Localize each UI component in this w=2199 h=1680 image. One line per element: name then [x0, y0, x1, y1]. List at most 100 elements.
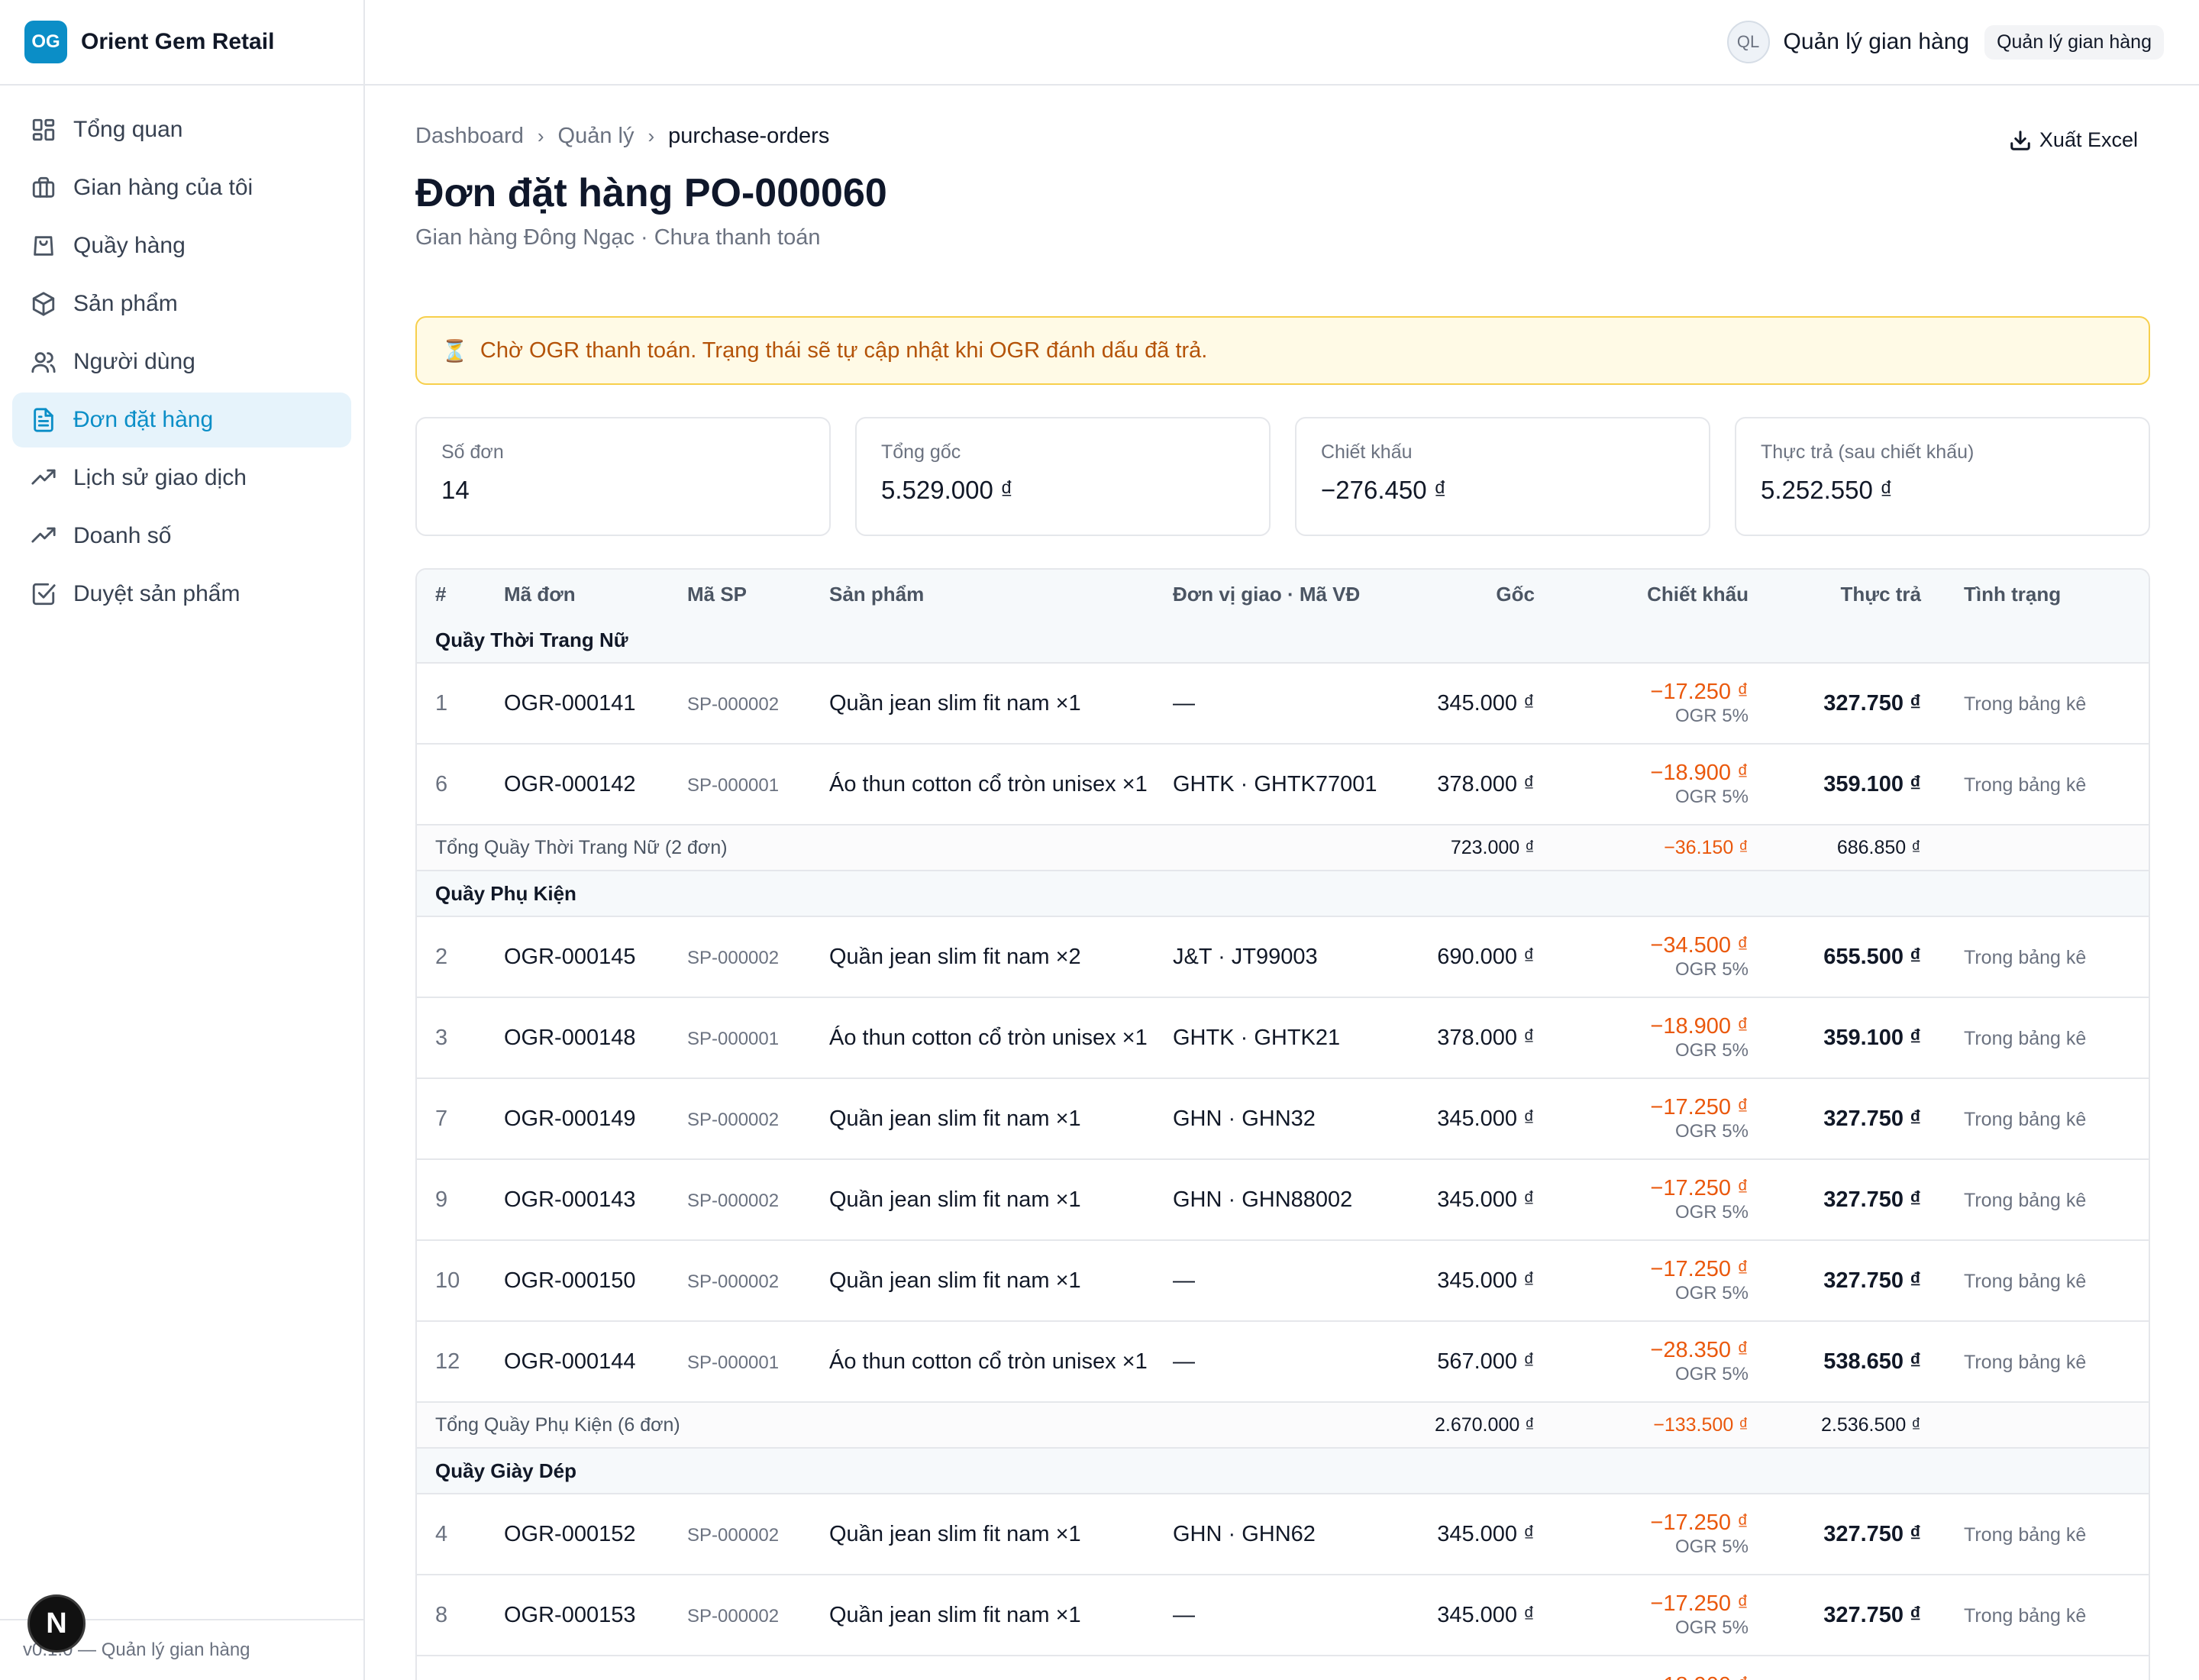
sidebar-item-label: Duyệt sản phẩm — [73, 581, 241, 606]
dev-badge[interactable]: N — [27, 1594, 86, 1653]
sku-code: SP-000002 — [687, 1190, 780, 1211]
order-code[interactable]: OGR-000153 — [486, 1574, 669, 1656]
sku-code: SP-000002 — [687, 1605, 780, 1627]
download-icon — [2010, 130, 2030, 150]
order-code[interactable]: OGR-000141 — [486, 662, 669, 744]
sidebar-item-users[interactable]: Người dùng — [12, 334, 351, 389]
order-code[interactable]: OGR-000143 — [486, 1158, 669, 1240]
stat-net-paid: Thực trả (sau chiết khấu) 5.252.550 ₫ — [1735, 417, 2150, 536]
table-row[interactable]: 10 OGR-000150 SP-000002 Quần jean slim fit … — [417, 1239, 2149, 1321]
brand[interactable]: OG Orient Gem Retail — [0, 0, 363, 86]
sidebar-item-purchase-orders[interactable]: Đơn đặt hàng — [12, 393, 351, 447]
sku-code: SP-000002 — [687, 1524, 780, 1546]
table-row[interactable]: 9 OGR-000143 SP-000002 Quần jean slim fit n… — [417, 1158, 2149, 1240]
discount-amount: −34.500 ₫ — [1650, 933, 1749, 958]
order-code[interactable]: OGR-000150 — [486, 1239, 669, 1321]
sku-cell: SP-000002 — [669, 1077, 811, 1159]
status-cell: Trong bảng kê — [1946, 916, 2149, 997]
sidebar-item-products[interactable]: Sản phẩm — [12, 276, 351, 331]
discount-amount: −18.900 ₫ — [1577, 1672, 1749, 1680]
order-code[interactable]: OGR-000148 — [486, 997, 669, 1078]
column-header-product: Sản phẩm — [811, 570, 1154, 619]
row-index: 6 — [417, 743, 486, 825]
shipping-info: — — [1154, 662, 1406, 744]
sidebar-item-my-stores[interactable]: Gian hàng của tôi — [12, 160, 351, 215]
sku-cell: SP-000001 — [669, 743, 811, 825]
table-row[interactable]: 4 OGR-000152 SP-000002 Quần jean slim fit n… — [417, 1493, 2149, 1575]
sku-code: SP-000002 — [687, 947, 780, 968]
dashboard-icon — [32, 118, 55, 141]
shipping-info: GHN · GHN88002 — [1154, 1158, 1406, 1240]
sku-code: SP-000002 — [687, 1109, 780, 1130]
sidebar-item-sales[interactable]: Doanh số — [12, 509, 351, 564]
order-code[interactable]: OGR-000149 — [486, 1077, 669, 1159]
discount-rate: OGR 5% — [1674, 1202, 1749, 1223]
stat-value: 5.529.000 ₫ — [881, 476, 1013, 504]
table-row[interactable]: 3 OGR-000148 SP-000001 Áo thun cotton cổ tr… — [417, 997, 2149, 1078]
sidebar-item-counters[interactable]: Quầy hàng — [12, 218, 351, 273]
sidebar-item-label: Tổng quan — [73, 117, 183, 142]
stat-value: −276.450 ₫ — [1321, 476, 1447, 504]
order-code[interactable]: OGR-000152 — [486, 1493, 669, 1575]
table-row[interactable]: 2 OGR-000145 SP-000002 Quần jean slim fit n… — [417, 916, 2149, 997]
column-header-index: # — [417, 570, 486, 619]
table-row[interactable]: 7 OGR-000149 SP-000002 Quần jean slim fit n… — [417, 1077, 2149, 1159]
product-name: Quần jean slim fit nam ×1 — [811, 1158, 1154, 1240]
sidebar-item-product-review[interactable]: Duyệt sản phẩm — [12, 567, 351, 622]
subtotal-label: Tổng Quầy Thời Trang Nữ (2 đơn) — [417, 824, 1406, 871]
base-amount: 378.000 ₫ — [1406, 997, 1559, 1078]
table-row[interactable]: 13OGR-000151SP-000001Áo thun cotton cổ t… — [417, 1655, 2149, 1680]
order-code[interactable]: OGR-000142 — [486, 743, 669, 825]
table-row[interactable]: 1 OGR-000141 SP-000002 Quần jean slim fit n… — [417, 662, 2149, 744]
orders-table: # Mã đơn Mã SP Sản phẩm Đơn vị giao · Mã… — [417, 570, 2149, 1680]
discount-rate: OGR 5% — [1674, 959, 1749, 980]
order-code[interactable]: OGR-000145 — [486, 916, 669, 997]
sidebar-item-label: Sản phẩm — [73, 291, 178, 316]
status-badge: Trong bảng kê — [1964, 774, 2087, 796]
user-name[interactable]: Quản lý gian hàng — [1784, 29, 1970, 55]
paid-amount: 359.100 ₫ — [1773, 743, 1946, 825]
sku-cell: SP-000001 — [669, 1320, 811, 1402]
main-content: Dashboard › Quản lý › purchase-orders Xu… — [415, 86, 2150, 1680]
shipping-info: — — [1154, 1239, 1406, 1321]
sidebar-item-overview[interactable]: Tổng quan — [12, 102, 351, 157]
status-badge: Trong bảng kê — [1964, 1108, 2087, 1130]
checkbox-icon — [32, 583, 56, 606]
breadcrumb-dashboard[interactable]: Dashboard — [415, 124, 524, 149]
export-excel-button[interactable]: Xuất Excel — [2009, 128, 2138, 152]
subtotal-empty — [1946, 1401, 2149, 1448]
group-name: Quầy Thời Trang Nữ — [417, 619, 2149, 663]
table-row[interactable]: 8 OGR-000153 SP-000002 Quần jean slim fit n… — [417, 1574, 2149, 1656]
sidebar-item-transactions[interactable]: Lịch sử giao dịch — [12, 451, 351, 506]
table-row[interactable]: 6 OGR-000142 SP-000001 Áo thun cotton cổ tr… — [417, 743, 2149, 825]
shipping-info: — — [1154, 1574, 1406, 1656]
order-code[interactable]: OGR-000144 — [486, 1320, 669, 1402]
row-index: 13 — [417, 1655, 486, 1680]
status-cell: Trong bảng kê — [1946, 1574, 2149, 1656]
sku-code: SP-000002 — [687, 693, 780, 715]
brand-logo: OG — [24, 21, 67, 63]
stat-gross-total: Tổng gốc 5.529.000 ₫ — [855, 417, 1271, 536]
order-code[interactable]: OGR-000151 — [486, 1655, 669, 1680]
breadcrumb-manage[interactable]: Quản lý — [558, 124, 635, 149]
sku-code: SP-000001 — [687, 1352, 780, 1373]
table-row[interactable]: 12 OGR-000144 SP-000001 Áo thun cotton cổ t… — [417, 1320, 2149, 1402]
stat-label: Thực trả (sau chiết khấu) — [1761, 441, 1975, 463]
paid-amount: 327.750 ₫ — [1773, 1158, 1946, 1240]
subtotal-base: 2.670.000 ₫ — [1406, 1401, 1559, 1448]
subtotal-base: 723.000 ₫ — [1406, 824, 1559, 871]
avatar[interactable]: QL — [1726, 21, 1770, 63]
store-icon — [32, 176, 55, 198]
product-name: Quần jean slim fit nam ×1 — [811, 1077, 1154, 1159]
subtotal-paid: 686.850 ₫ — [1773, 824, 1946, 871]
breadcrumb-current: purchase-orders — [668, 124, 830, 148]
sku-cell: SP-000002 — [669, 916, 811, 997]
status-cell: Trong bảng kê — [1946, 1320, 2149, 1402]
discount-cell: −17.250 ₫ OGR 5% — [1559, 1077, 1773, 1159]
breadcrumb: Dashboard › Quản lý › purchase-orders — [415, 124, 2150, 149]
payment-pending-alert: ⏳ Chờ OGR thanh toán. Trạng thái sẽ tự c… — [415, 316, 2150, 385]
row-index: 10 — [417, 1239, 486, 1321]
stat-value: 14 — [441, 476, 470, 504]
product-name: Áo thun cotton cổ tròn unisex ×1 — [811, 997, 1154, 1078]
page-title: Đơn đặt hàng PO-000060 — [415, 171, 887, 215]
